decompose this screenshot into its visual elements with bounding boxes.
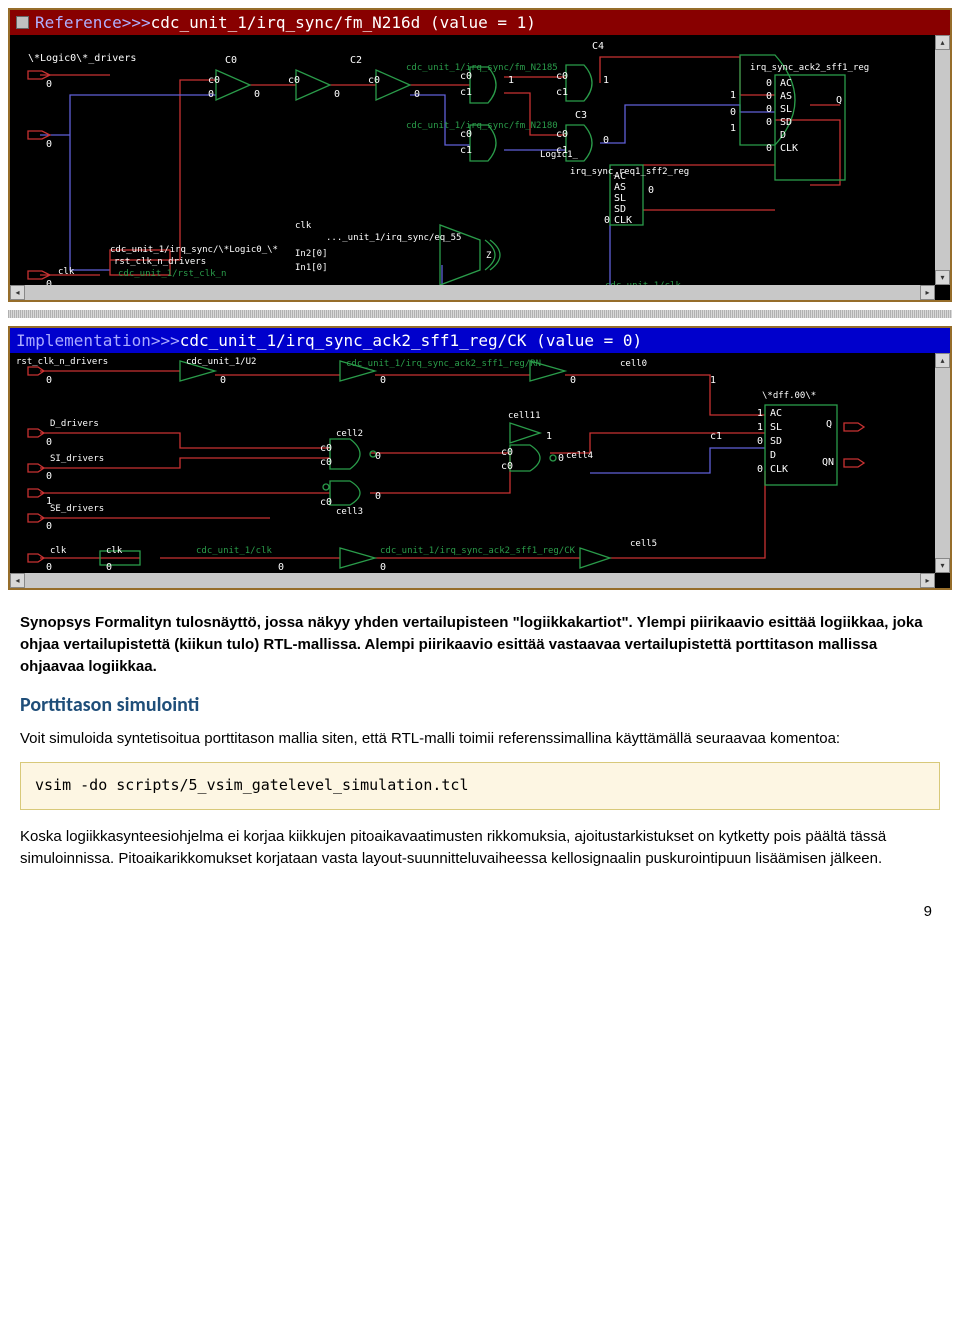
cell2-label: cell2 xyxy=(336,429,363,439)
page-number: 9 xyxy=(0,895,960,930)
n2185-label: cdc_unit_1/irq_sync/fm_N2185 xyxy=(406,63,558,73)
dff-label: \*dff.00\* xyxy=(762,391,816,401)
scroll-up-icon[interactable]: ▴ xyxy=(935,353,950,368)
code-snippet: vsim -do scripts/5_vsim_gatelevel_simula… xyxy=(20,762,940,810)
irq-ack-label: irq_sync_ack2_sff1_reg xyxy=(750,63,869,73)
ack-rn-label: cdc_unit_1/irq_sync_ack2_sff1_reg/RN xyxy=(346,359,541,369)
figure-caption: Synopsys Formalityn tulosnäyttö, jossa n… xyxy=(20,612,940,677)
implementation-title-prefix: Implementation>>> xyxy=(16,331,180,350)
reference-schematic-window: Reference>>> cdc_unit_1/irq_sync/fm_N216… xyxy=(8,8,952,302)
cell3-label: cell3 xyxy=(336,507,363,517)
implementation-title-path: cdc_unit_1/irq_sync_ack2_sff1_reg/CK (va… xyxy=(180,331,642,350)
document-body: Synopsys Formalityn tulosnäyttö, jossa n… xyxy=(0,598,960,895)
scrollbar-vertical-2[interactable]: ▴ ▾ xyxy=(935,353,950,573)
cell0-label: cell0 xyxy=(620,359,647,369)
n2180-label: cdc_unit_1/irq_sync/fm_N2180 xyxy=(406,121,558,131)
scroll-up-icon[interactable]: ▴ xyxy=(935,35,950,50)
paragraph-1: Voit simuloida syntetisoitua porttitason… xyxy=(20,728,940,750)
clk-label: clk xyxy=(58,267,74,277)
cell11-label: cell11 xyxy=(508,411,541,421)
implementation-title-bar: Implementation>>> cdc_unit_1/irq_sync_ac… xyxy=(10,328,950,353)
logic0-label: cdc_unit_1/irq_sync/\*Logic0_\* xyxy=(110,245,278,255)
clk-label-1: clk xyxy=(50,546,66,556)
reference-title-prefix: Reference>>> xyxy=(35,13,151,32)
pane-divider[interactable] xyxy=(8,310,952,318)
clk-label-2: clk xyxy=(106,546,122,556)
se-drivers-label: SE_drivers xyxy=(50,504,104,514)
cdc-clk-label-2: cdc_unit_1/clk xyxy=(196,546,272,556)
scroll-left-icon[interactable]: ◂ xyxy=(10,573,25,588)
rst-clk-label: cdc_unit_1/rst_clk_n xyxy=(118,269,226,279)
scrollbar-vertical[interactable]: ▴ ▾ xyxy=(935,35,950,285)
implementation-canvas[interactable]: rst_clk_n_drivers cdc_unit_1/U2 cdc_unit… xyxy=(10,353,950,588)
irq-req-label: irq_sync_req1_sff2_reg xyxy=(570,167,689,177)
reference-canvas[interactable]: \*Logic0\*_drivers clk cdc_unit_1/irq_sy… xyxy=(10,35,950,300)
rst-drivers-label-2: rst_clk_n_drivers xyxy=(16,357,108,367)
scroll-down-icon[interactable]: ▾ xyxy=(935,270,950,285)
implementation-schematic-window: Implementation>>> cdc_unit_1/irq_sync_ac… xyxy=(8,326,952,590)
clk-text: clk xyxy=(295,221,311,231)
scroll-left-icon[interactable]: ◂ xyxy=(10,285,25,300)
scroll-down-icon[interactable]: ▾ xyxy=(935,558,950,573)
u2-label: cdc_unit_1/U2 xyxy=(186,357,256,367)
rst-drivers-label: rst_clk_n_drivers xyxy=(114,257,206,267)
reference-title-path: cdc_unit_1/irq_sync/fm_N216d (value = 1) xyxy=(151,13,536,32)
reference-title-bar: Reference>>> cdc_unit_1/irq_sync/fm_N216… xyxy=(10,10,950,35)
d-drivers-label: D_drivers xyxy=(50,419,99,429)
scrollbar-horizontal-2[interactable]: ◂ ▸ xyxy=(10,573,935,588)
eq55-label: ..._unit_1/irq_sync/eq_55 xyxy=(326,233,461,243)
ack-ck-label: cdc_unit_1/irq_sync_ack2_sff1_reg/CK xyxy=(380,546,575,556)
window-icon[interactable] xyxy=(16,16,29,29)
si-drivers-label: SI_drivers xyxy=(50,454,104,464)
cell4-label: cell4 xyxy=(566,451,593,461)
paragraph-2: Koska logiikkasynteesiohjelma ei korjaa … xyxy=(20,826,940,870)
scrollbar-horizontal[interactable]: ◂ ▸ xyxy=(10,285,935,300)
logic-drivers-label: \*Logic0\*_drivers xyxy=(28,53,136,64)
scroll-right-icon[interactable]: ▸ xyxy=(920,285,935,300)
cell5-label: cell5 xyxy=(630,539,657,549)
section-heading: Porttitason simulointi xyxy=(20,691,940,720)
scroll-right-icon[interactable]: ▸ xyxy=(920,573,935,588)
